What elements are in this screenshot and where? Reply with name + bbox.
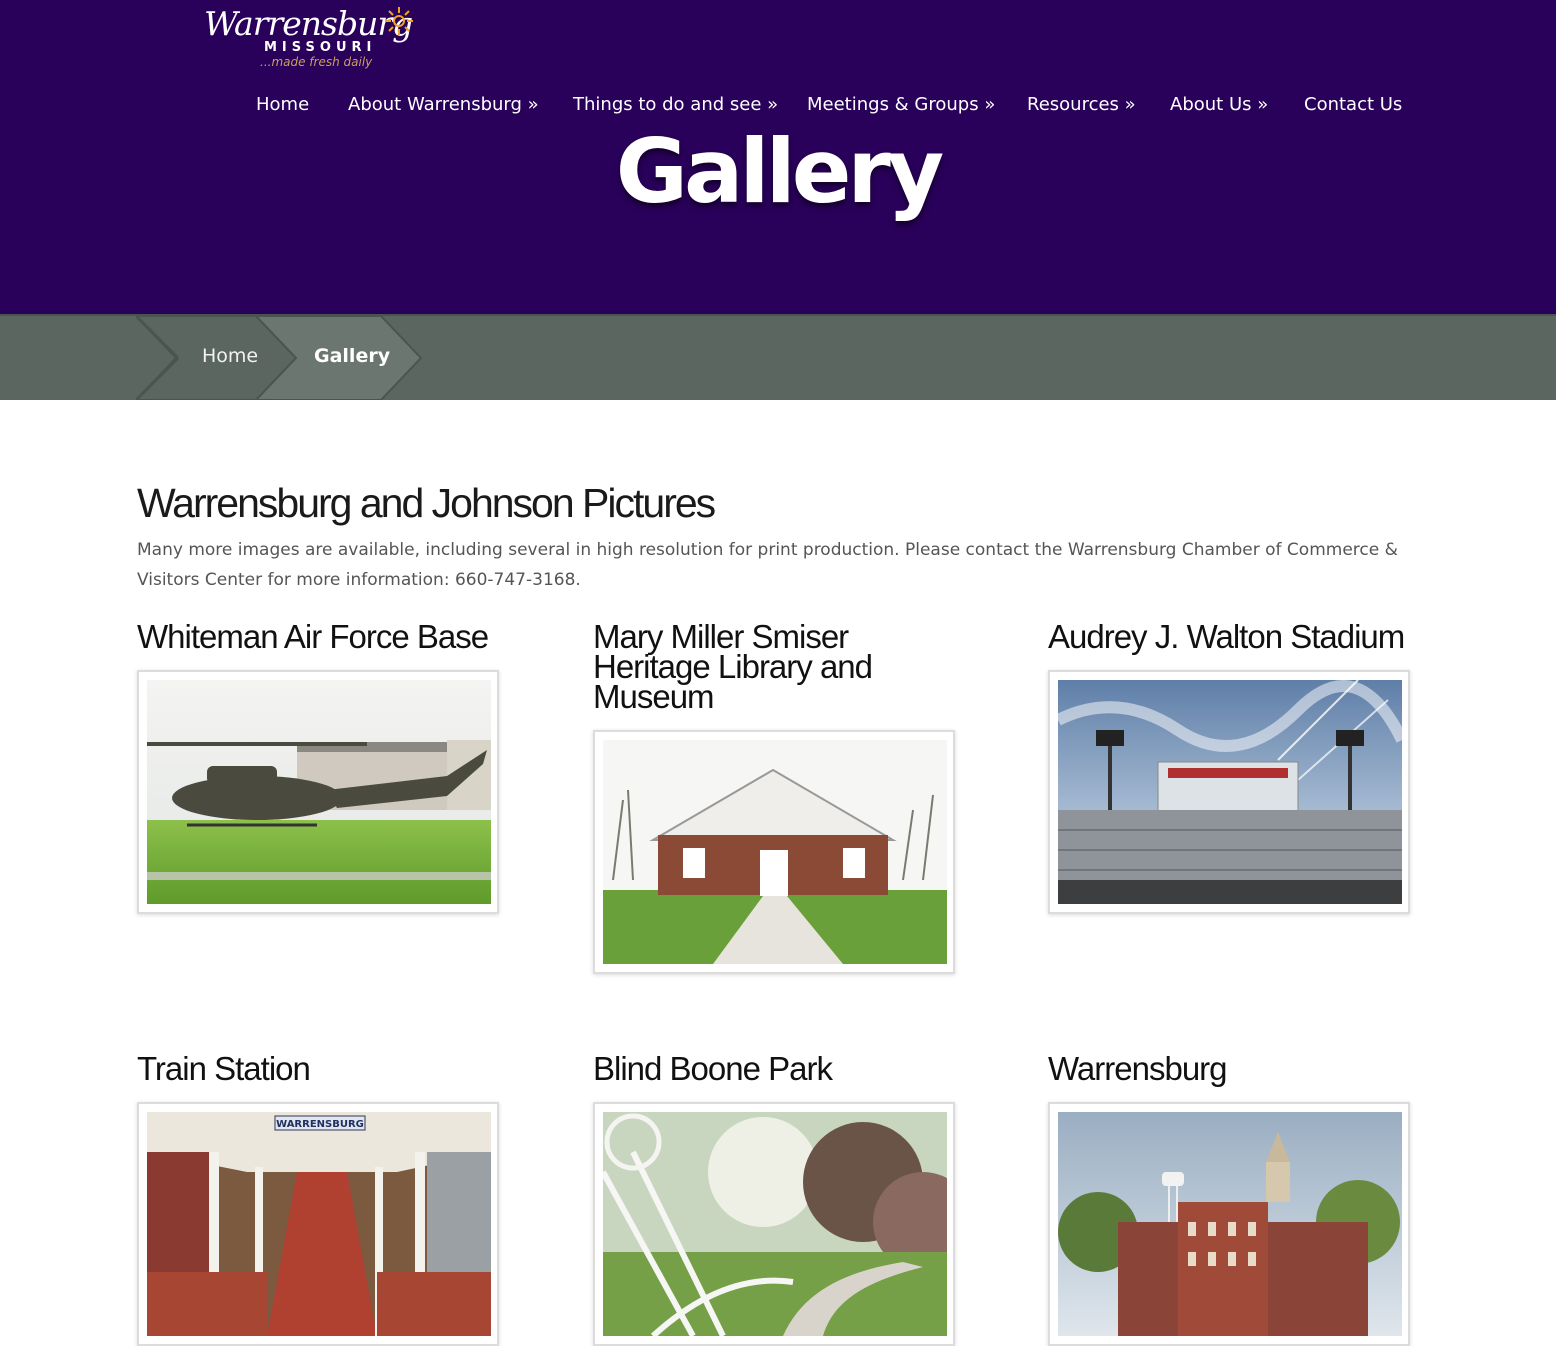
section-title: Warrensburg and Johnson Pictures bbox=[137, 480, 716, 526]
page-title: Gallery bbox=[615, 120, 944, 223]
park-photo bbox=[600, 1112, 973, 1339]
train-station-photo: WARRENSBURG bbox=[147, 1112, 491, 1336]
gallery-image-frame[interactable] bbox=[593, 730, 955, 974]
gallery-image-frame[interactable]: WARRENSBURG bbox=[137, 1102, 499, 1346]
stadium-photo bbox=[1055, 679, 1408, 904]
main-content: Warrensburg and Johnson Pictures Many mo… bbox=[137, 480, 1417, 595]
breadcrumb-home[interactable]: Home bbox=[202, 345, 258, 367]
nav-about-us[interactable]: About Us » bbox=[1170, 94, 1268, 115]
breadcrumb-arrows bbox=[136, 316, 423, 400]
gallery-image-frame[interactable] bbox=[1048, 670, 1410, 914]
nav-resources[interactable]: Resources » bbox=[1027, 94, 1136, 115]
breadcrumb-current: Gallery bbox=[314, 345, 391, 367]
gallery-card: Warrensburg bbox=[1048, 1052, 1410, 1346]
gallery-card-title[interactable]: Whiteman Air Force Base bbox=[137, 620, 499, 653]
section-intro: Many more images are available, includin… bbox=[137, 540, 1398, 590]
logo-state: MISSOURI bbox=[264, 40, 377, 55]
town-photo bbox=[1058, 1112, 1402, 1336]
gallery-card-title[interactable]: Train Station bbox=[137, 1052, 499, 1085]
gallery-card-title[interactable]: Audrey J. Walton Stadium bbox=[1048, 620, 1410, 653]
gallery-card: Audrey J. Walton Stadium bbox=[1048, 620, 1410, 914]
gallery-image-frame[interactable] bbox=[593, 1102, 973, 1346]
gallery-image-frame[interactable] bbox=[137, 670, 499, 914]
nav-contact-us[interactable]: Contact Us bbox=[1304, 94, 1402, 115]
nav-home[interactable]: Home bbox=[256, 94, 309, 115]
gallery-card: Train Station WARRENSBURG bbox=[137, 1052, 499, 1346]
nav-meetings-groups[interactable]: Meetings & Groups » bbox=[807, 94, 995, 115]
sun-icon bbox=[385, 7, 413, 35]
gallery-card: Whiteman Air Force Base bbox=[137, 620, 499, 914]
helicopter-photo bbox=[147, 680, 491, 904]
breadcrumb: Home Gallery bbox=[0, 314, 1556, 400]
logo-tagline: ...made fresh daily bbox=[260, 55, 373, 69]
gallery-card-title[interactable]: Blind Boone Park bbox=[593, 1052, 955, 1085]
library-photo bbox=[603, 740, 947, 964]
gallery-card: Mary Miller Smiser Heritage Library and … bbox=[593, 620, 955, 974]
site-logo[interactable]: Warrensburg MISSOURI ...made fresh daily bbox=[198, 0, 426, 78]
gallery-card-title[interactable]: Mary Miller Smiser Heritage Library and … bbox=[593, 620, 893, 713]
nav-about-warrensburg[interactable]: About Warrensburg » bbox=[348, 94, 539, 115]
gallery-card-title[interactable]: Warrensburg bbox=[1048, 1052, 1410, 1085]
station-sign-text: WARRENSBURG bbox=[276, 1119, 364, 1130]
logo-script: Warrensburg bbox=[204, 4, 413, 43]
nav-things-to-do[interactable]: Things to do and see » bbox=[573, 94, 778, 115]
gallery-image-frame[interactable] bbox=[1048, 1102, 1410, 1346]
site-header: Warrensburg MISSOURI ...made fresh daily… bbox=[0, 0, 1556, 314]
gallery-card: Blind Boone Park bbox=[593, 1052, 973, 1346]
